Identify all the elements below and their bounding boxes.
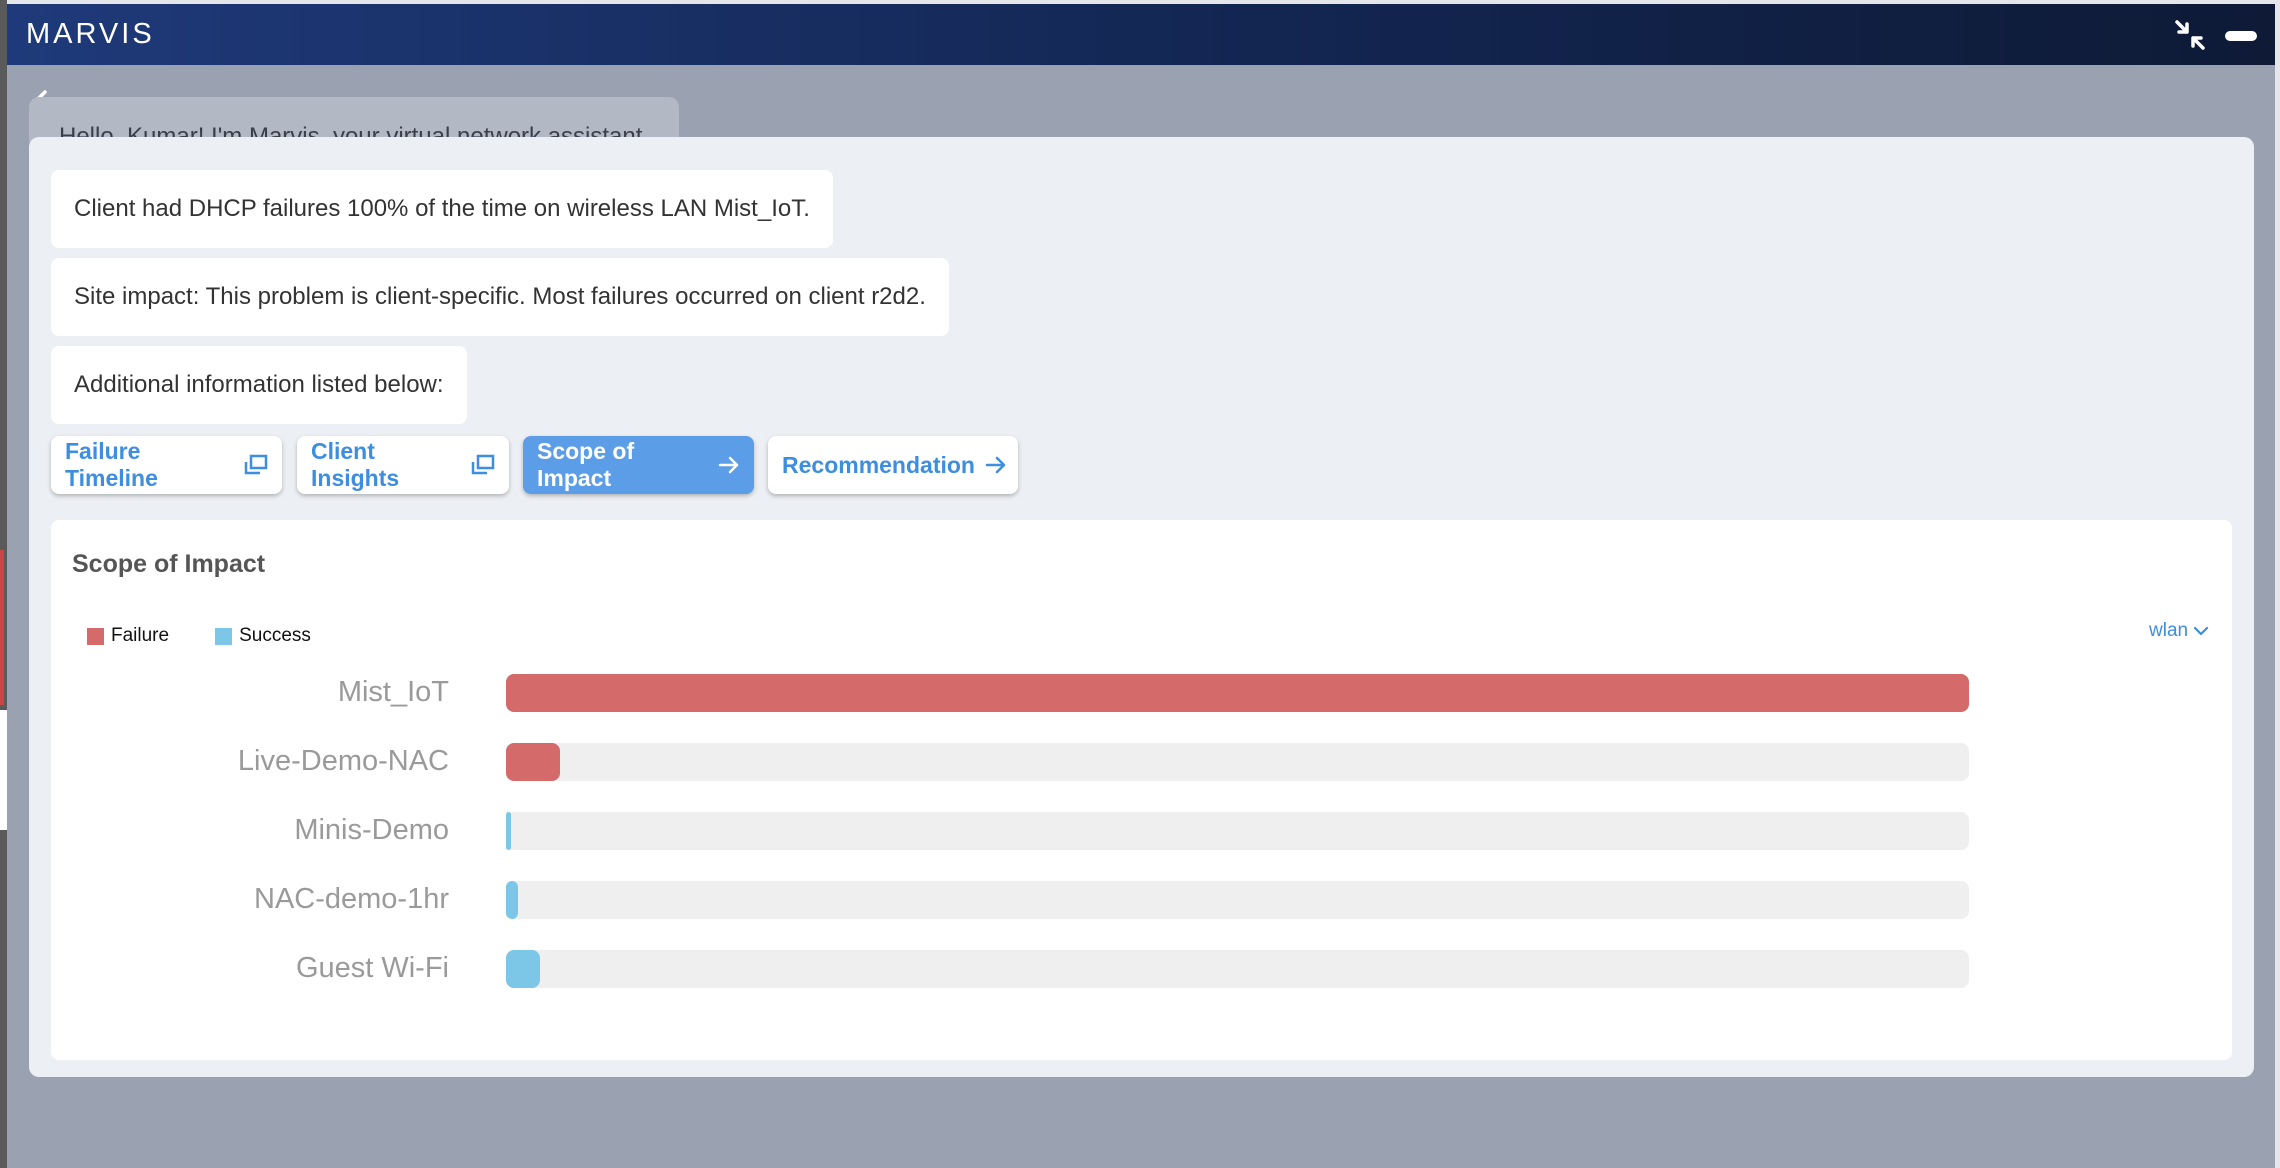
bar-label: Live-Demo-NAC <box>237 745 449 777</box>
popout-icon <box>244 454 268 476</box>
bar-label: Guest Wi-Fi <box>295 952 449 984</box>
client-insights-button[interactable]: Client Insights <box>297 436 509 494</box>
card-title: Scope of Impact <box>72 550 266 578</box>
chart-legend: Failure Success <box>87 625 357 647</box>
legend-success-swatch <box>215 627 233 645</box>
failure-timeline-label: Failure Timeline <box>65 438 158 491</box>
legend-success-label: Success <box>239 625 311 646</box>
marvis-window: MARVIS Hello, Kumar! I'm Marvis, your vi… <box>7 4 2275 1168</box>
group-by-dropdown[interactable]: wlan <box>2149 620 2209 642</box>
bar-failure[interactable] <box>506 674 1969 712</box>
scope-of-impact-label: Scope of Impact <box>537 438 635 491</box>
background-edge-accent <box>0 550 4 705</box>
legend-failure: Failure <box>87 625 169 647</box>
greeting-message: Hello, Kumar! I'm Marvis, your virtual n… <box>29 97 679 142</box>
arrow-right-icon <box>985 455 1007 475</box>
recommendation-button[interactable]: Recommendation <box>768 436 1018 494</box>
popout-icon <box>471 454 495 476</box>
bar-failure[interactable] <box>506 743 561 781</box>
bar-track <box>506 674 1969 712</box>
collapse-icon[interactable] <box>2173 18 2207 52</box>
bar-success[interactable] <box>506 950 540 988</box>
arrow-right-icon <box>718 455 740 475</box>
legend-failure-label: Failure <box>111 625 170 646</box>
chevron-down-icon <box>2193 626 2209 636</box>
message-bubble: Client had DHCP failures 100% of the tim… <box>51 170 833 248</box>
bar-track <box>506 812 1969 850</box>
bar-track <box>506 743 1969 781</box>
bar-track <box>506 881 1969 919</box>
background-edge <box>0 0 7 1168</box>
bar-label: NAC-demo-1hr <box>254 883 449 915</box>
minimize-icon[interactable] <box>2225 31 2257 41</box>
app-title: MARVIS <box>26 18 155 50</box>
bar-success[interactable] <box>506 881 518 919</box>
scope-of-impact-button[interactable]: Scope of Impact <box>523 436 754 494</box>
bar-label: Mist_IoT <box>337 676 449 708</box>
failure-timeline-button[interactable]: Failure Timeline <box>51 436 282 494</box>
bar-label: Minis-Demo <box>294 814 449 846</box>
titlebar: MARVIS <box>7 4 2275 65</box>
client-insights-label: Client Insights <box>311 438 400 491</box>
message-bubble: Site impact: This problem is client-spec… <box>51 258 949 336</box>
legend-success: Success <box>215 625 311 647</box>
legend-failure-swatch <box>87 627 104 645</box>
bar-success[interactable] <box>506 812 511 850</box>
message-bubble: Additional information listed below: <box>51 346 467 424</box>
background-edge-panel <box>0 710 7 830</box>
recommendation-label: Recommendation <box>782 451 975 478</box>
conversation-panel: Client had DHCP failures 100% of the tim… <box>29 137 2254 1077</box>
scope-of-impact-card: Scope of Impact Failure Success wlan Mis… <box>51 520 2232 1060</box>
bar-track <box>506 950 1969 988</box>
group-by-value: wlan <box>2149 620 2189 641</box>
